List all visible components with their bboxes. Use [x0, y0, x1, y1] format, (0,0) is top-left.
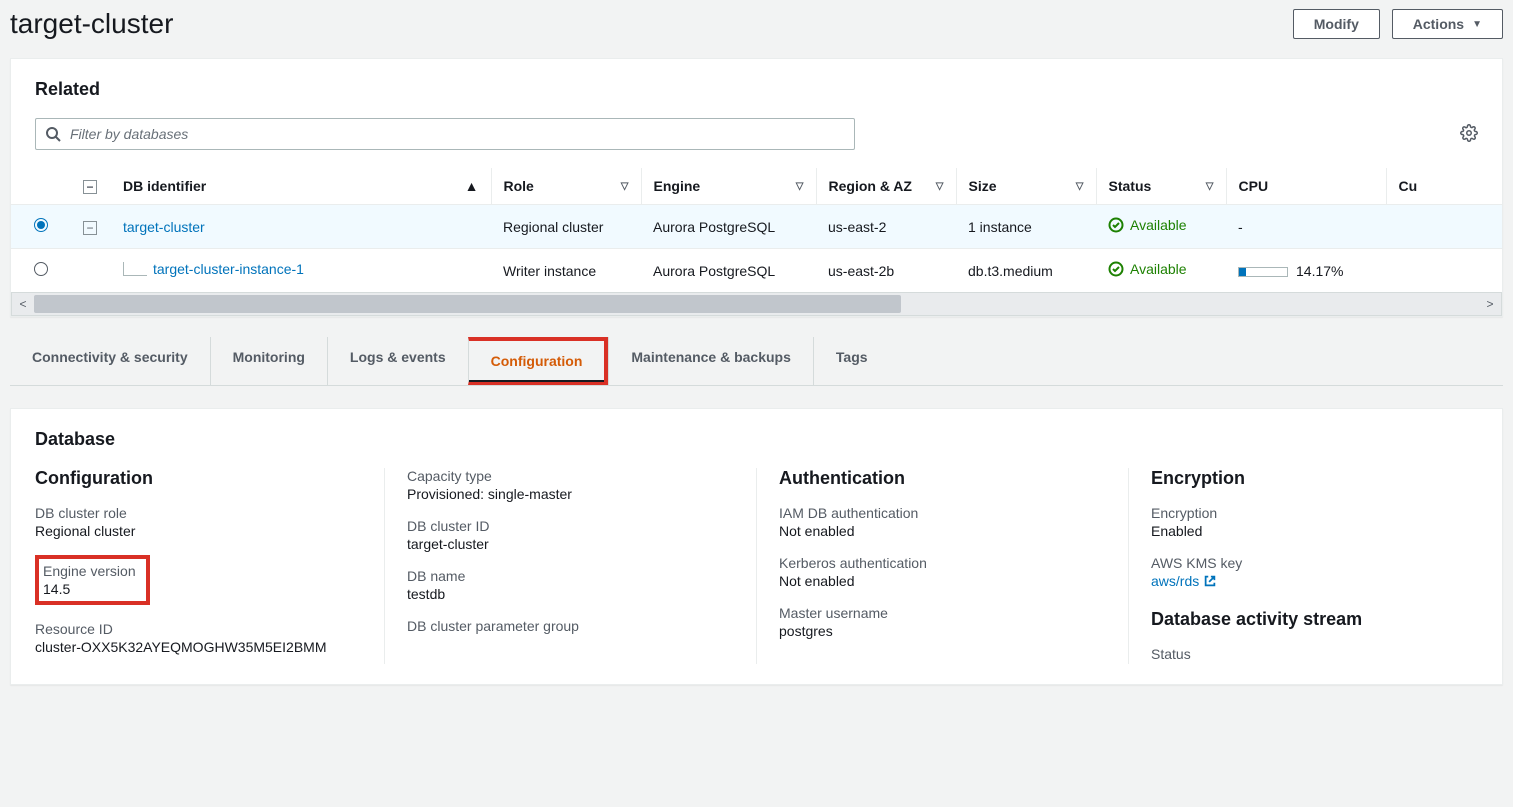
col-db-identifier[interactable]: DB identifier▲: [111, 168, 491, 205]
scroll-thumb[interactable]: [34, 295, 901, 313]
kms-key-link[interactable]: aws/rds: [1151, 573, 1217, 589]
field-label: Master username: [779, 605, 1106, 621]
table-row[interactable]: − target-cluster Regional cluster Aurora…: [11, 205, 1502, 249]
tab-connectivity[interactable]: Connectivity & security: [10, 337, 210, 385]
col-size[interactable]: Size▽: [956, 168, 1096, 205]
related-panel: Related −: [10, 58, 1503, 317]
db-link[interactable]: target-cluster: [123, 219, 205, 235]
scroll-left-icon[interactable]: <: [12, 297, 34, 311]
field-label: DB cluster ID: [407, 518, 734, 534]
col-status[interactable]: Status▽: [1096, 168, 1226, 205]
col-cpu[interactable]: CPU: [1226, 168, 1386, 205]
horizontal-scrollbar[interactable]: < >: [11, 292, 1502, 316]
encryption-heading: Encryption: [1151, 468, 1478, 489]
field-value: Not enabled: [779, 523, 1106, 539]
check-circle-icon: [1108, 261, 1124, 277]
databases-table: − DB identifier▲ Role▽ Engine▽ Region & …: [11, 168, 1502, 292]
field-label: DB cluster parameter group: [407, 618, 734, 634]
row-radio[interactable]: [34, 218, 48, 232]
modify-button[interactable]: Modify: [1293, 9, 1380, 39]
cell-cpu: 14.17%: [1226, 249, 1386, 293]
collapse-icon[interactable]: −: [83, 221, 97, 235]
col-engine[interactable]: Engine▽: [641, 168, 816, 205]
field-label: Resource ID: [35, 621, 362, 637]
field-label: Capacity type: [407, 468, 734, 484]
status-badge: Available: [1108, 217, 1187, 233]
field-label: AWS KMS key: [1151, 555, 1478, 571]
tab-configuration[interactable]: Configuration: [468, 337, 609, 385]
cell-region: us-east-2: [816, 205, 956, 249]
col-cu[interactable]: Cu: [1386, 168, 1502, 205]
field-value: Regional cluster: [35, 523, 362, 539]
sort-icon: ▽: [936, 181, 944, 192]
field-value: Enabled: [1151, 523, 1478, 539]
tab-tags[interactable]: Tags: [813, 337, 890, 385]
col-region-az[interactable]: Region & AZ▽: [816, 168, 956, 205]
field-value: 14.5: [43, 581, 136, 597]
field-label: IAM DB authentication: [779, 505, 1106, 521]
sort-asc-icon: ▲: [465, 178, 479, 194]
database-panel: Database Configuration DB cluster role R…: [10, 408, 1503, 685]
tab-maintenance[interactable]: Maintenance & backups: [608, 337, 813, 385]
sort-icon: ▽: [796, 181, 804, 192]
field-value: target-cluster: [407, 536, 734, 552]
table-wrap: − DB identifier▲ Role▽ Engine▽ Region & …: [11, 168, 1502, 292]
sort-icon: ▽: [621, 181, 629, 192]
search-input[interactable]: [35, 118, 855, 150]
field-value: Not enabled: [779, 573, 1106, 589]
cell-size: db.t3.medium: [956, 249, 1096, 293]
field-value: testdb: [407, 586, 734, 602]
tab-monitoring[interactable]: Monitoring: [210, 337, 327, 385]
cell-engine: Aurora PostgreSQL: [641, 205, 816, 249]
activity-stream-heading: Database activity stream: [1151, 609, 1478, 630]
field-value: cluster-OXX5K32AYEQMOGHW35M5EI2BMM: [35, 639, 362, 655]
field-label: DB cluster role: [35, 505, 362, 521]
engine-version-highlight: Engine version 14.5: [35, 555, 150, 605]
field-value: postgres: [779, 623, 1106, 639]
field-label: Kerberos authentication: [779, 555, 1106, 571]
authentication-heading: Authentication: [779, 468, 1106, 489]
search-box: [35, 118, 855, 150]
cpu-meter: [1238, 267, 1288, 277]
cell-cpu: -: [1226, 205, 1386, 249]
field-value: Provisioned: single-master: [407, 486, 734, 502]
actions-label: Actions: [1413, 16, 1464, 32]
cell-size: 1 instance: [956, 205, 1096, 249]
tree-line-icon: [123, 262, 147, 276]
database-title: Database: [35, 429, 1478, 450]
scroll-right-icon[interactable]: >: [1479, 297, 1501, 311]
cell-role: Regional cluster: [491, 205, 641, 249]
cell-role: Writer instance: [491, 249, 641, 293]
field-label: Engine version: [43, 563, 136, 579]
field-label: Encryption: [1151, 505, 1478, 521]
field-label: DB name: [407, 568, 734, 584]
caret-down-icon: ▼: [1472, 19, 1482, 30]
row-radio[interactable]: [34, 262, 48, 276]
col-role[interactable]: Role▽: [491, 168, 641, 205]
field-label: Status: [1151, 646, 1478, 662]
cell-region: us-east-2b: [816, 249, 956, 293]
sort-icon: ▽: [1076, 181, 1084, 192]
scroll-track[interactable]: [34, 293, 1479, 315]
collapse-all-icon[interactable]: −: [83, 180, 97, 194]
tab-logs-events[interactable]: Logs & events: [327, 337, 468, 385]
cell-engine: Aurora PostgreSQL: [641, 249, 816, 293]
page-title: target-cluster: [10, 8, 173, 40]
table-row[interactable]: target-cluster-instance-1 Writer instanc…: [11, 249, 1502, 293]
sort-icon: ▽: [1206, 181, 1214, 192]
configuration-heading: Configuration: [35, 468, 362, 489]
related-title: Related: [35, 79, 1478, 100]
db-link[interactable]: target-cluster-instance-1: [153, 261, 304, 277]
gear-icon[interactable]: [1460, 124, 1478, 145]
tabs: Connectivity & security Monitoring Logs …: [10, 337, 1503, 386]
search-icon: [45, 126, 61, 145]
actions-button[interactable]: Actions ▼: [1392, 9, 1503, 39]
status-badge: Available: [1108, 261, 1187, 277]
check-circle-icon: [1108, 217, 1124, 233]
external-link-icon: [1203, 574, 1217, 588]
